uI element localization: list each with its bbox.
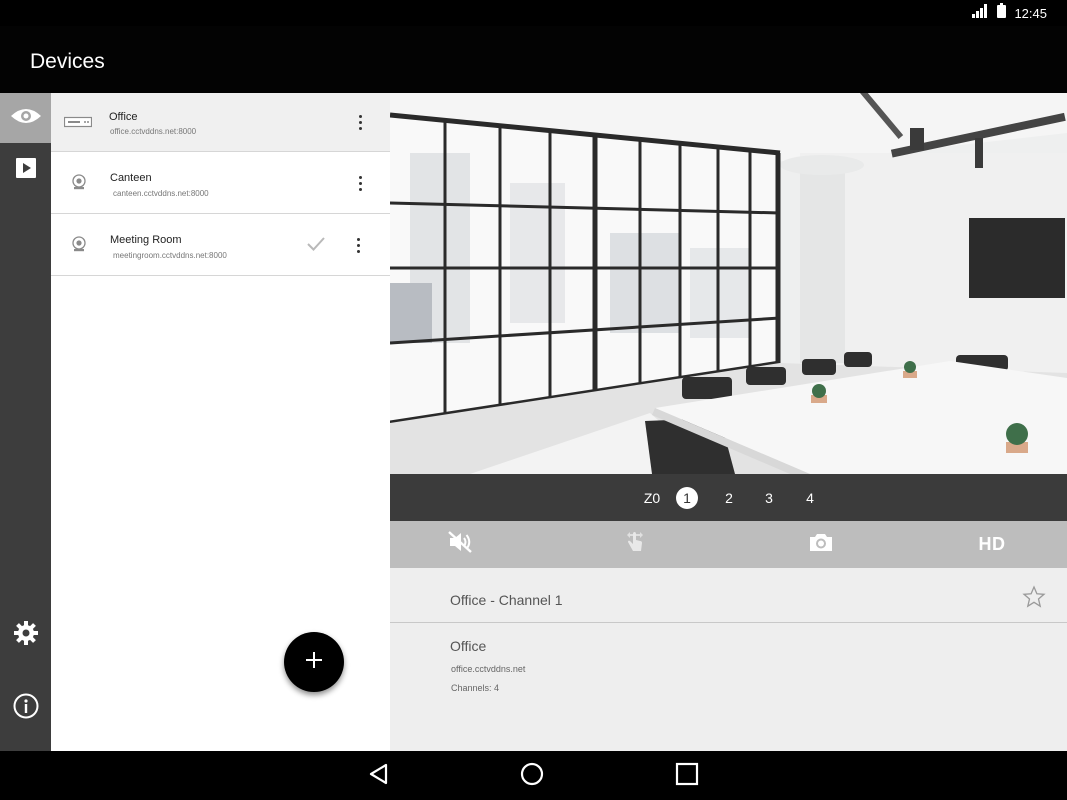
device-menu-button[interactable] <box>352 110 368 134</box>
channel-info-panel: Office - Channel 1 Office office.cctvddn… <box>390 568 1067 751</box>
recents-button[interactable] <box>674 762 700 791</box>
ptz-touch-icon <box>624 530 646 559</box>
device-detail-address: office.cctvddns.net <box>451 664 526 674</box>
device-name: Meeting Room <box>110 234 182 246</box>
info-icon <box>13 693 39 724</box>
device-address: canteen.cctvddns.net:8000 <box>113 189 209 198</box>
channel-button-4[interactable]: 4 <box>803 487 817 509</box>
home-button[interactable] <box>519 762 545 791</box>
camera-icon <box>71 174 87 195</box>
status-indicators: 12:45 <box>972 3 1047 23</box>
home-circle-icon <box>520 762 544 791</box>
device-detail-channels: Channels: 4 <box>451 683 500 693</box>
zoom-button[interactable]: Z0 <box>642 487 662 509</box>
play-icon <box>15 157 37 184</box>
snapshot-button[interactable] <box>805 521 837 568</box>
battery-icon <box>997 3 1007 23</box>
check-icon <box>306 236 326 257</box>
add-device-button[interactable] <box>284 632 344 692</box>
rail-item-settings[interactable] <box>0 620 51 650</box>
camera-icon <box>71 236 87 257</box>
divider <box>390 622 1067 623</box>
recents-square-icon <box>675 762 699 791</box>
hd-toggle-button[interactable]: HD <box>974 521 1010 568</box>
channel-button-3[interactable]: 3 <box>762 487 776 509</box>
status-bar: 12:45 <box>0 0 1067 26</box>
mute-icon <box>447 530 473 559</box>
camera-feed-image <box>390 93 1067 474</box>
dvr-icon <box>63 115 93 133</box>
channel-title: Office - Channel 1 <box>450 592 563 608</box>
device-address: office.cctvddns.net:8000 <box>110 127 197 136</box>
device-menu-button[interactable] <box>352 171 368 195</box>
snapshot-icon <box>808 531 834 558</box>
gear-icon <box>13 620 39 651</box>
ptz-control-button[interactable] <box>620 521 650 568</box>
page-title: Devices <box>30 50 105 73</box>
hd-label: HD <box>978 534 1006 554</box>
device-detail-name: Office <box>450 638 487 654</box>
device-list: Office office.cctvddns.net:8000 Canteen … <box>51 93 390 751</box>
channel-selector: Z0 1 2 3 4 <box>390 474 1067 521</box>
rail-item-about[interactable] <box>0 693 51 723</box>
rail-item-live-view[interactable] <box>0 93 51 143</box>
favorite-star-icon[interactable] <box>1022 585 1046 614</box>
navigation-rail <box>0 93 51 751</box>
live-video-view[interactable] <box>390 93 1067 474</box>
channel-button-1[interactable]: 1 <box>676 487 698 509</box>
signal-icon <box>972 3 989 23</box>
device-name: Office <box>109 111 138 123</box>
system-nav-bar <box>0 751 1067 800</box>
mute-button[interactable] <box>442 521 478 568</box>
rail-item-playback[interactable] <box>0 155 51 185</box>
device-row-canteen[interactable]: Canteen canteen.cctvddns.net:8000 <box>51 152 390 214</box>
clock: 12:45 <box>1014 5 1047 21</box>
device-row-meeting-room[interactable]: Meeting Room meetingroom.cctvddns.net:80… <box>51 214 390 276</box>
app-bar: Devices <box>0 26 1067 93</box>
eye-icon <box>10 106 42 131</box>
device-address: meetingroom.cctvddns.net:8000 <box>113 251 227 260</box>
device-menu-button[interactable] <box>350 233 366 257</box>
plus-icon <box>305 651 323 674</box>
back-button[interactable] <box>366 763 392 789</box>
video-toolbar: HD <box>390 521 1067 568</box>
channel-button-2[interactable]: 2 <box>722 487 736 509</box>
device-row-office[interactable]: Office office.cctvddns.net:8000 <box>51 93 390 152</box>
back-triangle-icon <box>367 762 391 791</box>
device-name: Canteen <box>110 172 152 184</box>
